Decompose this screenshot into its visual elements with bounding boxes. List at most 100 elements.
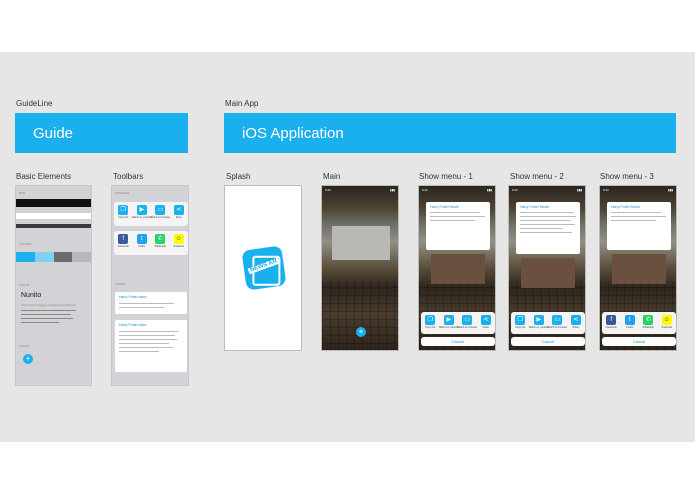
ios-banner-title: iOS Application: [242, 124, 344, 142]
basic-elements-artboard[interactable]: BAR COLORS FONTS Nunito https://fonts.go…: [15, 185, 92, 386]
sheet-item-facebook[interactable]: f Facebook: [605, 315, 617, 329]
youtube-icon: ▶: [443, 315, 454, 325]
sheet-item-youtube[interactable]: ▶ Watch on youtube: [529, 315, 549, 329]
section-label-main-app: Main App: [225, 99, 259, 108]
news-card[interactable]: Harry Potter Movie: [516, 202, 580, 254]
font-sample-line: [21, 310, 76, 311]
card-text-line: [119, 335, 175, 336]
toolbar-item-whatsapp[interactable]: ✆ WhatsApp: [154, 234, 166, 255]
card-text-line: [119, 351, 159, 352]
whatsapp-icon: ✆: [155, 234, 166, 244]
font-sample-line: [21, 322, 59, 323]
news-card[interactable]: Harry Potter Movie: [426, 202, 490, 250]
fonts-section-label: FONTS: [19, 283, 30, 287]
color-palette: [16, 252, 91, 262]
sheet-item-copy[interactable]: ❐ Copy link: [514, 315, 526, 329]
card-sample-large[interactable]: Harry Potter actor: [115, 320, 187, 372]
cancel-button[interactable]: Cancel: [511, 337, 585, 346]
sheet-item-twitter[interactable]: t Twitter: [624, 315, 636, 329]
card-title: Harry Potter actor: [119, 323, 147, 327]
card-text-line: [520, 220, 570, 221]
snapchat-icon: ☺: [661, 315, 672, 325]
sheet-item-share[interactable]: ⋖ Share: [480, 315, 492, 329]
card-text-line: [430, 212, 480, 213]
card-text-line: [520, 224, 575, 225]
news-card[interactable]: Harry Potter Movie: [607, 202, 671, 250]
browser-icon: ▭: [462, 315, 473, 325]
copy-icon: ❐: [515, 315, 526, 325]
column-label-toolbars: Toolbars: [113, 172, 144, 181]
toolbar-item-youtube[interactable]: ▶ Watch on youtube: [132, 205, 152, 226]
card-title: Harry Potter actor: [119, 295, 147, 299]
video-thumbnail[interactable]: [521, 258, 575, 288]
cancel-button[interactable]: Cancel: [421, 337, 495, 346]
color-swatch-gray: [72, 252, 91, 262]
sheet-item-whatsapp[interactable]: ✆ WhatsApp: [642, 315, 654, 329]
toolbar-item-more[interactable]: ⋖ More: [173, 205, 185, 226]
sheet-item-youtube[interactable]: ▶ Watch on youtube: [439, 315, 459, 329]
plus-icon[interactable]: +: [23, 354, 33, 364]
sheet-item-share[interactable]: ⋖ Share: [570, 315, 582, 329]
card-text-line: [119, 343, 169, 344]
toolbar-row-social: f Facebook t Twitter ✆ WhatsApp ☺ Snapchat: [114, 231, 188, 255]
browser-icon: ▭: [552, 315, 563, 325]
main-screen[interactable]: 9:41 ▮▮▮ +: [321, 185, 399, 351]
video-thumbnail[interactable]: [431, 254, 485, 284]
card-text-line: [520, 228, 562, 229]
action-sheet: f Facebook t Twitter ✆ WhatsApp ☺ Snapchat: [602, 312, 676, 334]
laptop-screen-photo: [332, 226, 390, 260]
show-menu-3-screen[interactable]: 9:41 ▮▮▮ Harry Potter Movie f Facebook t Tw…: [599, 185, 677, 351]
action-sheet: ❐ Copy link ▶ Watch on youtube ▭ Watch on b…: [511, 312, 585, 334]
toolbar-item-copy[interactable]: ❐ Copy link: [117, 205, 129, 226]
toolbar-row-actions: ❐ Copy link ▶ Watch on youtube ▭ Watch on b…: [114, 202, 188, 226]
show-menu-2-screen[interactable]: 9:41 ▮▮▮ Harry Potter Movie ❐ Copy link ▶ W…: [508, 185, 586, 351]
guide-banner[interactable]: Guide: [15, 113, 188, 153]
toolbar-section-label: TOOLBAR: [115, 191, 130, 195]
share-icon: ⋖: [480, 315, 491, 325]
card-text-line: [611, 220, 656, 221]
browser-icon: ▭: [155, 205, 166, 215]
twitter-icon: t: [624, 315, 635, 325]
whatsapp-icon: ✆: [643, 315, 654, 325]
column-label-splash: Splash: [226, 172, 251, 181]
card-title: Harry Potter Movie: [430, 205, 460, 209]
youtube-icon: ▶: [533, 315, 544, 325]
card-text-line: [520, 212, 574, 213]
column-label-basic-elements: Basic Elements: [16, 172, 72, 181]
sheet-item-browser[interactable]: ▭ Watch on browser: [457, 315, 477, 329]
video-thumbnail[interactable]: [612, 254, 666, 284]
card-title: Harry Potter Movie: [520, 205, 550, 209]
splash-screen[interactable]: NEWS AR: [224, 185, 302, 351]
ios-banner[interactable]: iOS Application: [224, 113, 676, 153]
toolbar-item-browser[interactable]: ▭ Watch on browser: [150, 205, 170, 226]
copy-icon: ❐: [118, 205, 129, 215]
card-text-line: [119, 347, 173, 348]
bar-section-label: BAR: [19, 191, 26, 195]
guide-banner-title: Guide: [33, 124, 74, 142]
plus-icon[interactable]: +: [356, 327, 366, 337]
column-label-show-menu-1: Show menu - 1: [419, 172, 473, 181]
status-bar: 9:41 ▮▮▮: [422, 188, 492, 192]
column-label-show-menu-2: Show menu - 2: [510, 172, 564, 181]
sheet-item-browser[interactable]: ▭ Watch on browser: [547, 315, 567, 329]
card-sample-small[interactable]: Harry Potter actor: [115, 292, 187, 314]
status-bar: 9:41 ▮▮▮: [512, 188, 582, 192]
youtube-icon: ▶: [136, 205, 147, 215]
column-label-show-menu-3: Show menu - 3: [600, 172, 654, 181]
toolbars-artboard[interactable]: TOOLBAR ❐ Copy link ▶ Watch on youtube ▭ Wa…: [111, 185, 189, 386]
card-text-line: [611, 216, 666, 217]
font-url: https://fonts.google.com/specimen/Nunito: [21, 303, 77, 307]
toolbar-item-facebook[interactable]: f Facebook: [117, 234, 129, 255]
sheet-item-snapchat[interactable]: ☺ Snapchat: [661, 315, 673, 329]
sheet-item-copy[interactable]: ❐ Copy link: [424, 315, 436, 329]
toolbar-item-snapchat[interactable]: ☺ Snapchat: [173, 234, 185, 255]
share-icon: ⋖: [173, 205, 184, 215]
action-sheet: ❐ Copy link ▶ Watch on youtube ▭ Watch on b…: [421, 312, 495, 334]
snapchat-icon: ☺: [173, 234, 184, 244]
toolbar-item-twitter[interactable]: t Twitter: [136, 234, 148, 255]
show-menu-1-screen[interactable]: 9:41 ▮▮▮ Harry Potter Movie ❐ Copy link ▶ W…: [418, 185, 496, 351]
cards-section-label: CARDS: [115, 282, 126, 286]
cancel-button[interactable]: Cancel: [602, 337, 676, 346]
font-sample-line: [21, 318, 73, 319]
column-label-main: Main: [323, 172, 341, 181]
